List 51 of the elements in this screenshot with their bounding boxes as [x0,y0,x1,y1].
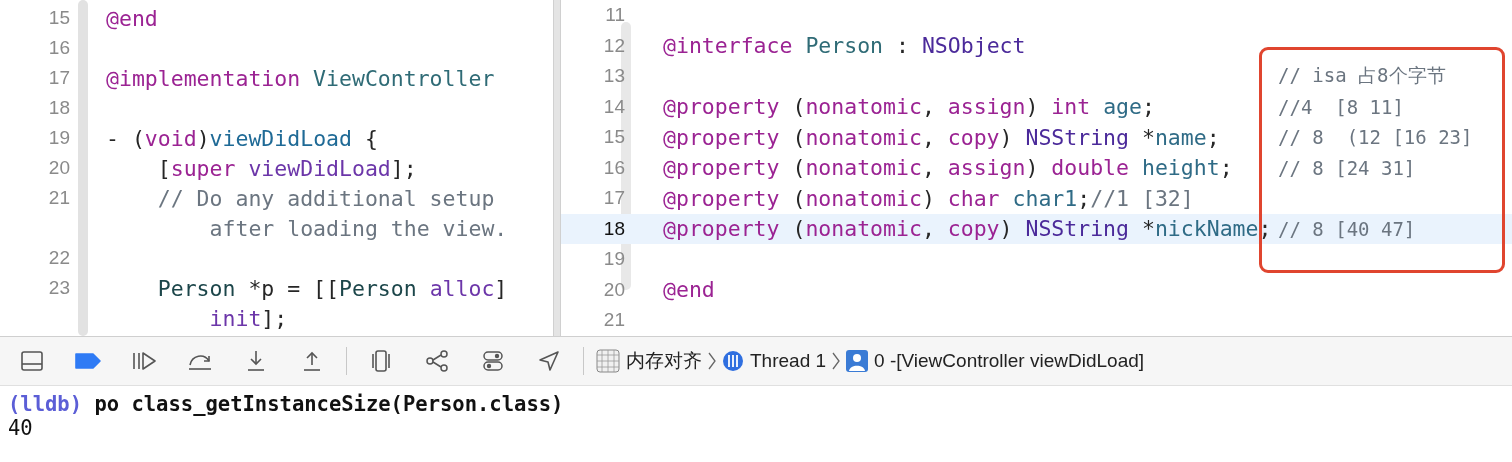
line-number: 23 [47,277,70,299]
line-number: 13 [602,65,625,88]
line-number: 15 [47,7,70,29]
breadcrumb-item[interactable]: 内存对齐 [590,348,708,374]
code-line: @implementation ViewController [106,65,495,91]
person-icon [846,350,869,372]
line-number: 19 [602,248,625,271]
line-number: 17 [602,187,625,210]
line-number: 14 [602,95,625,118]
code-line: - (void)viewDidLoad { [106,125,378,151]
console-command: po class_getInstanceSize(Person.class) [94,392,564,416]
breadcrumb-item[interactable]: 0 -[ViewController viewDidLoad] [840,350,1151,372]
line-number: 16 [602,156,625,179]
line-number: 20 [602,278,625,301]
line-number: 16 [47,37,70,59]
chevron-icon [708,352,716,370]
line-number: 18 [47,97,70,119]
code-line: Person *p = [[Person alloc] [156,275,508,301]
chevron-icon [832,352,841,370]
code-line: init]; [208,305,288,331]
thread-icon [722,350,744,372]
line-number: 18 [602,217,625,240]
line-number: 12 [602,34,625,57]
code-line: @property (nonatomic) char char1;//1 [32] [663,185,1194,211]
code-line: after loading the view. [208,215,508,241]
code-line: @property (nonatomic, copy) NSString *name; [663,124,1220,150]
code-comment: // 8 [40 47] [1278,217,1416,240]
line-number: 20 [47,157,70,179]
code-comment: // isa 占8个字节 [1278,63,1446,89]
code-line: // Do any additional setup [156,185,495,211]
line-number: 21 [602,309,625,332]
code-line: @interface Person : NSObject [663,33,1026,59]
code-line: @property (nonatomic, copy) NSString *nickName; [663,216,1272,242]
grid-icon [596,349,620,373]
code-comment: //4 [8 11] [1278,95,1404,118]
code-line: [super viewDidLoad]; [156,155,417,181]
code-line: @end [663,277,715,303]
line-number: 15 [602,126,625,149]
line-number: 11 [604,4,625,27]
line-number: 17 [47,67,70,89]
code-line: @property (nonatomic, assign) double height; [663,155,1233,181]
console-output: 40 [8,416,33,440]
code-line: @property (nonatomic, assign) int age; [663,94,1155,120]
code-comment: // 8 [24 31] [1278,156,1416,179]
breadcrumb-item[interactable]: Thread 1 [716,350,833,372]
line-number: 21 [47,187,70,209]
line-number: 19 [47,127,70,149]
console-prompt: (lldb) [8,392,83,416]
code-line: @end [106,5,158,31]
line-number: 22 [47,247,70,269]
code-comment: // 8 (12 [16 23] [1278,126,1473,149]
